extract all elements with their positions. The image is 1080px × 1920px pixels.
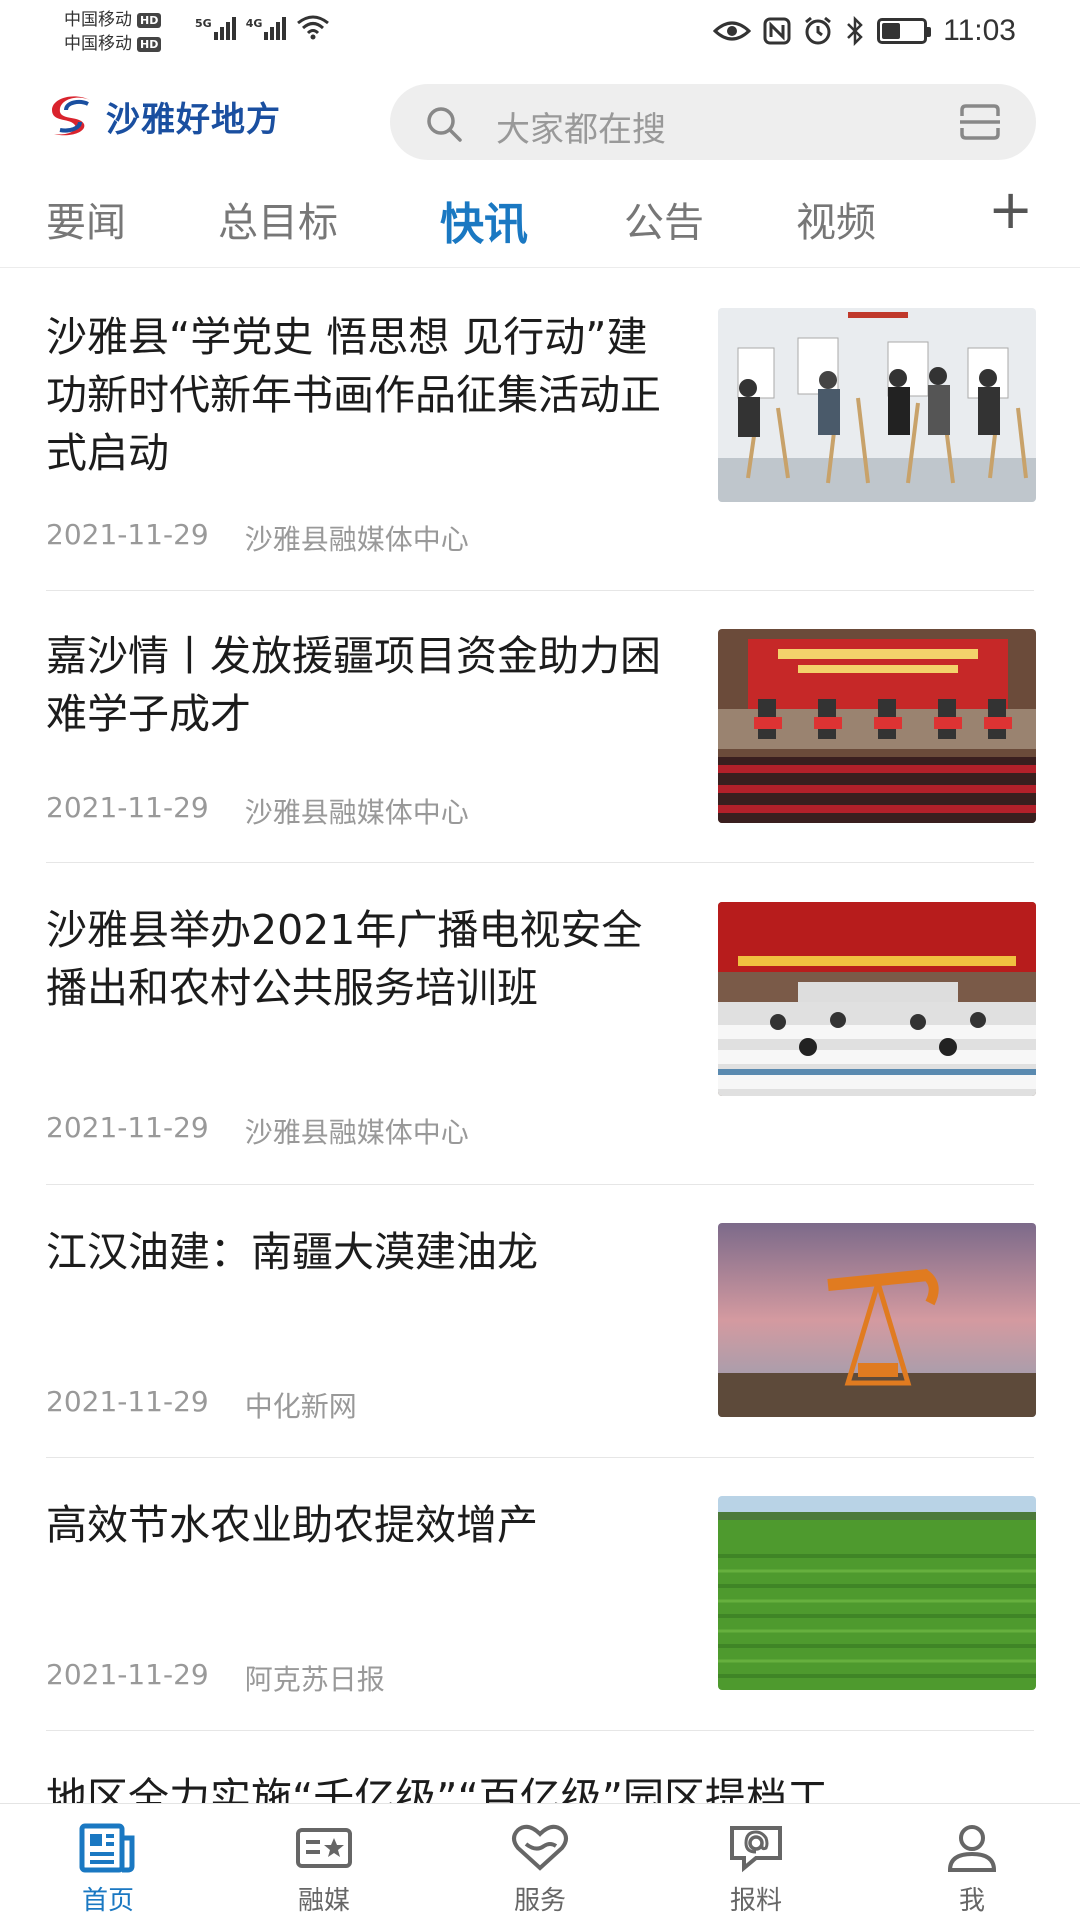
news-item[interactable]: 嘉沙情丨发放援疆项目资金助力困难学子成才 2021-11-29 沙雅县融媒体中心 bbox=[46, 591, 1036, 863]
news-date: 2021-11-29 bbox=[46, 791, 209, 824]
nav-label: 报料 bbox=[729, 1886, 782, 1916]
news-item[interactable]: 沙雅县举办2021年广播电视安全播出和农村公共服务培训班 2021-11-29 … bbox=[46, 863, 1036, 1185]
nav-label: 服务 bbox=[513, 1886, 566, 1916]
tab-gonggao[interactable]: 公告 bbox=[624, 190, 704, 248]
hd-badge-2: HD bbox=[137, 36, 162, 52]
tab-shipin[interactable]: 视频 bbox=[796, 190, 876, 248]
news-source: 沙雅县融媒体中心 bbox=[244, 523, 469, 556]
search-bar[interactable]: 大家都在搜 bbox=[390, 84, 1036, 160]
search-icon bbox=[427, 107, 462, 142]
signal-5g-icon: 5G bbox=[195, 17, 236, 40]
news-thumbnail-green-field[interactable] bbox=[718, 1496, 1036, 1690]
bottom-nav: 首页 融媒 服务 报料 我 bbox=[0, 1803, 1080, 1920]
news-meta: 2021-11-29 中化新网 bbox=[46, 1385, 357, 1425]
news-item[interactable]: 沙雅县“学党史 悟思想 见行动”建功新时代新年书画作品征集活动正式启动 2021… bbox=[46, 268, 1036, 591]
chat-at-icon bbox=[730, 1826, 782, 1873]
status-bar: 中国移动 HD 中国移动 HD 5G 4G 11:03 bbox=[0, 0, 1080, 66]
news-item[interactable]: 地区全力实施“千亿级”“百亿级”园区提档工 bbox=[46, 1731, 1034, 1822]
news-title[interactable]: 沙雅县“学党史 悟思想 见行动”建功新时代新年书画作品征集活动正式启动 bbox=[46, 308, 666, 482]
app-header: 沙雅好地方 大家都在搜 bbox=[0, 68, 1080, 172]
news-meta: 2021-11-29 沙雅县融媒体中心 bbox=[46, 1111, 469, 1151]
news-item[interactable]: 江汉油建：南疆大漠建油龙 2021-11-29 中化新网 bbox=[46, 1185, 1036, 1458]
news-title[interactable]: 江汉油建：南疆大漠建油龙 bbox=[46, 1223, 666, 1281]
nav-report[interactable]: 报料 bbox=[648, 1804, 864, 1920]
wifi-icon bbox=[297, 15, 330, 40]
nfc-icon bbox=[763, 17, 791, 45]
news-thumbnail-training-hall[interactable] bbox=[718, 902, 1036, 1096]
news-item[interactable]: 高效节水农业助农提效增产 2021-11-29 阿克苏日报 bbox=[46, 1458, 1036, 1731]
nav-label: 我 bbox=[958, 1886, 985, 1916]
carrier-2: 中国移动 bbox=[64, 34, 132, 54]
carrier-1: 中国移动 bbox=[64, 10, 132, 30]
carrier-info: 中国移动 HD 中国移动 HD bbox=[64, 8, 162, 56]
media-card-icon bbox=[296, 1828, 352, 1868]
user-icon bbox=[947, 1825, 997, 1872]
news-meta: 2021-11-29 沙雅县融媒体中心 bbox=[46, 791, 469, 831]
signal-indicators: 5G 4G bbox=[195, 14, 330, 40]
news-icon bbox=[79, 1823, 135, 1873]
heart-hands-icon bbox=[512, 1824, 568, 1871]
scan-icon[interactable] bbox=[958, 102, 1002, 142]
news-title[interactable]: 沙雅县举办2021年广播电视安全播出和农村公共服务培训班 bbox=[46, 901, 666, 1017]
nav-label: 融媒 bbox=[297, 1886, 350, 1916]
tab-yaowen[interactable]: 要闻 bbox=[46, 190, 126, 248]
logo-text: 沙雅好地方 bbox=[106, 100, 281, 140]
tab-zongmubiao[interactable]: 总目标 bbox=[218, 190, 338, 248]
news-meta: 2021-11-29 沙雅县融媒体中心 bbox=[46, 518, 469, 558]
bluetooth-icon bbox=[847, 16, 863, 46]
tab-kuaixun[interactable]: 快讯 bbox=[440, 188, 528, 252]
news-thumbnail-oil-pump[interactable] bbox=[718, 1223, 1036, 1417]
nav-label: 首页 bbox=[81, 1886, 134, 1916]
category-tabs: 要闻 总目标 快讯 公告 视频 + bbox=[0, 176, 1080, 268]
news-date: 2021-11-29 bbox=[46, 518, 209, 551]
news-source: 沙雅县融媒体中心 bbox=[244, 1116, 469, 1149]
nav-media[interactable]: 融媒 bbox=[216, 1804, 432, 1920]
hd-badge-1: HD bbox=[137, 12, 162, 28]
app-logo[interactable]: 沙雅好地方 bbox=[50, 92, 281, 141]
news-thumbnail-art-exhibition[interactable] bbox=[718, 308, 1036, 502]
battery-icon bbox=[877, 18, 932, 44]
news-date: 2021-11-29 bbox=[46, 1385, 209, 1418]
clock: 11:03 bbox=[943, 14, 1016, 47]
status-right: 11:03 bbox=[713, 14, 1016, 48]
add-tab-button[interactable]: + bbox=[988, 180, 1033, 240]
news-source: 阿克苏日报 bbox=[244, 1663, 385, 1696]
logo-swoosh-icon bbox=[52, 95, 90, 135]
news-title[interactable]: 高效节水农业助农提效增产 bbox=[46, 1496, 666, 1554]
news-meta: 2021-11-29 阿克苏日报 bbox=[46, 1658, 385, 1698]
news-source: 中化新网 bbox=[244, 1390, 357, 1423]
news-thumbnail-ceremony-stage[interactable] bbox=[718, 629, 1036, 823]
nav-service[interactable]: 服务 bbox=[432, 1804, 648, 1920]
news-date: 2021-11-29 bbox=[46, 1111, 209, 1144]
eye-icon bbox=[713, 21, 752, 41]
news-title[interactable]: 嘉沙情丨发放援疆项目资金助力困难学子成才 bbox=[46, 627, 666, 743]
search-placeholder: 大家都在搜 bbox=[496, 110, 666, 150]
alarm-icon bbox=[805, 16, 832, 45]
signal-4g-icon: 4G bbox=[246, 17, 287, 40]
news-source: 沙雅县融媒体中心 bbox=[244, 796, 469, 829]
nav-home[interactable]: 首页 bbox=[0, 1804, 216, 1920]
nav-me[interactable]: 我 bbox=[864, 1804, 1080, 1920]
news-date: 2021-11-29 bbox=[46, 1658, 209, 1691]
